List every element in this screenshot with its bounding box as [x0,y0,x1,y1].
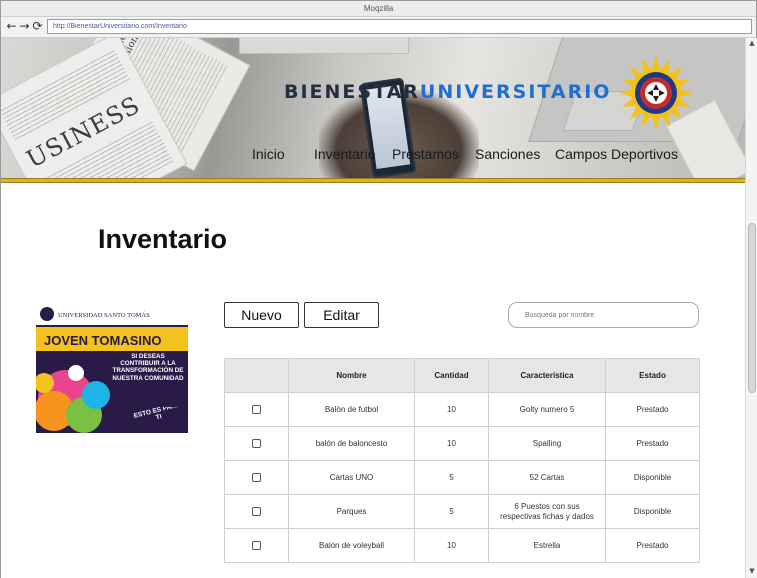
inventory-table: Nombre Cantidad Característica Estado Ba… [224,358,700,563]
promo-banner: UNIVERSIDAD SANTO TOMÁS JOVEN TOMASINO S… [36,303,188,433]
promo-university: UNIVERSIDAD SANTO TOMÁS [58,311,150,319]
cell-nombre: Balón de futbol [288,392,415,427]
cell-caracteristica: Estrella [488,528,606,563]
column-header-cantidad[interactable]: Cantidad [414,358,489,393]
promo-tagline: ESTO ES PARA TI [133,407,182,422]
window-title: Moqzilla [1,1,756,17]
browser-window: Moqzilla ← → ⟳ http://BienestarUniversit… [0,0,757,578]
table-row[interactable]: Balón de voleyball 10 Estrella Prestado [224,528,700,563]
brand-part-1: BIENESTAR [284,81,420,103]
cell-cantidad: 5 [414,460,489,495]
cell-cantidad: 10 [414,392,489,427]
table-row[interactable]: Cartas UNO 5 52 Cartas Disponible [224,460,700,495]
nav-inicio[interactable]: Inicio [252,146,285,162]
row-checkbox[interactable] [252,473,261,483]
cell-estado: Prestado [605,392,700,427]
cell-caracteristica: 52 Cartas [488,460,606,495]
nav-campos-deportivos[interactable]: Campos Deportivos [555,146,678,162]
promo-message: SI DESEAS CONTRIBUIR A LA TRANSFORMACIÓN… [112,353,184,382]
cell-estado: Prestado [605,426,700,461]
cell-nombre: Parques [288,494,415,529]
scroll-thumb[interactable] [748,223,756,393]
table-row[interactable]: Balón de futbol 10 Golty numero 5 Presta… [224,392,700,427]
reload-icon[interactable]: ⟳ [31,20,44,33]
row-select-cell [224,392,289,427]
header-banner: Economy of the European Union USINESS BI… [1,38,745,178]
cell-caracteristica: Golty numero 5 [488,392,606,427]
row-checkbox[interactable] [252,541,261,551]
cell-estado: Prestado [605,528,700,563]
row-select-cell [224,528,289,563]
row-select-cell [224,460,289,495]
cell-nombre: balón de baloncesto [288,426,415,461]
column-header-estado[interactable]: Estado [605,358,700,393]
nav-sanciones[interactable]: Sanciones [475,146,540,162]
vertical-scrollbar[interactable]: ▲ ▼ [745,38,757,578]
university-seal-icon [619,56,693,130]
scroll-down-icon[interactable]: ▼ [747,566,757,576]
cell-cantidad: 10 [414,528,489,563]
keyboard-image [239,38,409,54]
brand-part-2: UNIVERSITARIO [419,81,612,103]
row-checkbox[interactable] [252,507,261,517]
cell-cantidad: 10 [414,426,489,461]
table-row[interactable]: balón de baloncesto 10 Spalling Prestado [224,426,700,461]
forward-icon[interactable]: → [18,20,31,33]
cell-cantidad: 5 [414,494,489,529]
search-input[interactable] [508,302,699,328]
edit-button[interactable]: Editar [304,302,379,328]
promo-heading: JOVEN TOMASINO [44,333,162,348]
cell-estado: Disponible [605,460,700,495]
scroll-up-icon[interactable]: ▲ [747,38,757,48]
page-title: Inventario [98,224,228,254]
cell-caracteristica: Spalling [488,426,606,461]
page-viewport: Economy of the European Union USINESS BI… [1,38,745,578]
browser-toolbar: ← → ⟳ http://BienestarUniversitario.com/… [1,17,756,38]
table-header-row: Nombre Cantidad Característica Estado [224,358,700,393]
cell-nombre: Cartas UNO [288,460,415,495]
cell-nombre: Balón de voleyball [288,528,415,563]
table-row[interactable]: Parques 5 6 Puestos con sus respectivas … [224,494,700,529]
new-button[interactable]: Nuevo [224,302,299,328]
column-header-nombre[interactable]: Nombre [288,358,415,393]
row-select-cell [224,494,289,529]
column-header-caracteristica[interactable]: Característica [488,358,606,393]
cell-estado: Disponible [605,494,700,529]
address-bar[interactable]: http://BienestarUniversitario.com/Invent… [47,19,752,34]
row-checkbox[interactable] [252,439,261,449]
row-checkbox[interactable] [252,405,261,415]
column-header-select [224,358,289,393]
cell-caracteristica: 6 Puestos con sus respectivas fichas y d… [488,494,606,529]
header-divider [1,178,745,183]
nav-prestamos[interactable]: Prestamos [392,146,459,162]
row-select-cell [224,426,289,461]
back-icon[interactable]: ← [5,20,18,33]
nav-inventario[interactable]: Inventario [314,146,375,162]
brand-logo[interactable]: BIENESTARUNIVERSITARIO [284,81,611,103]
